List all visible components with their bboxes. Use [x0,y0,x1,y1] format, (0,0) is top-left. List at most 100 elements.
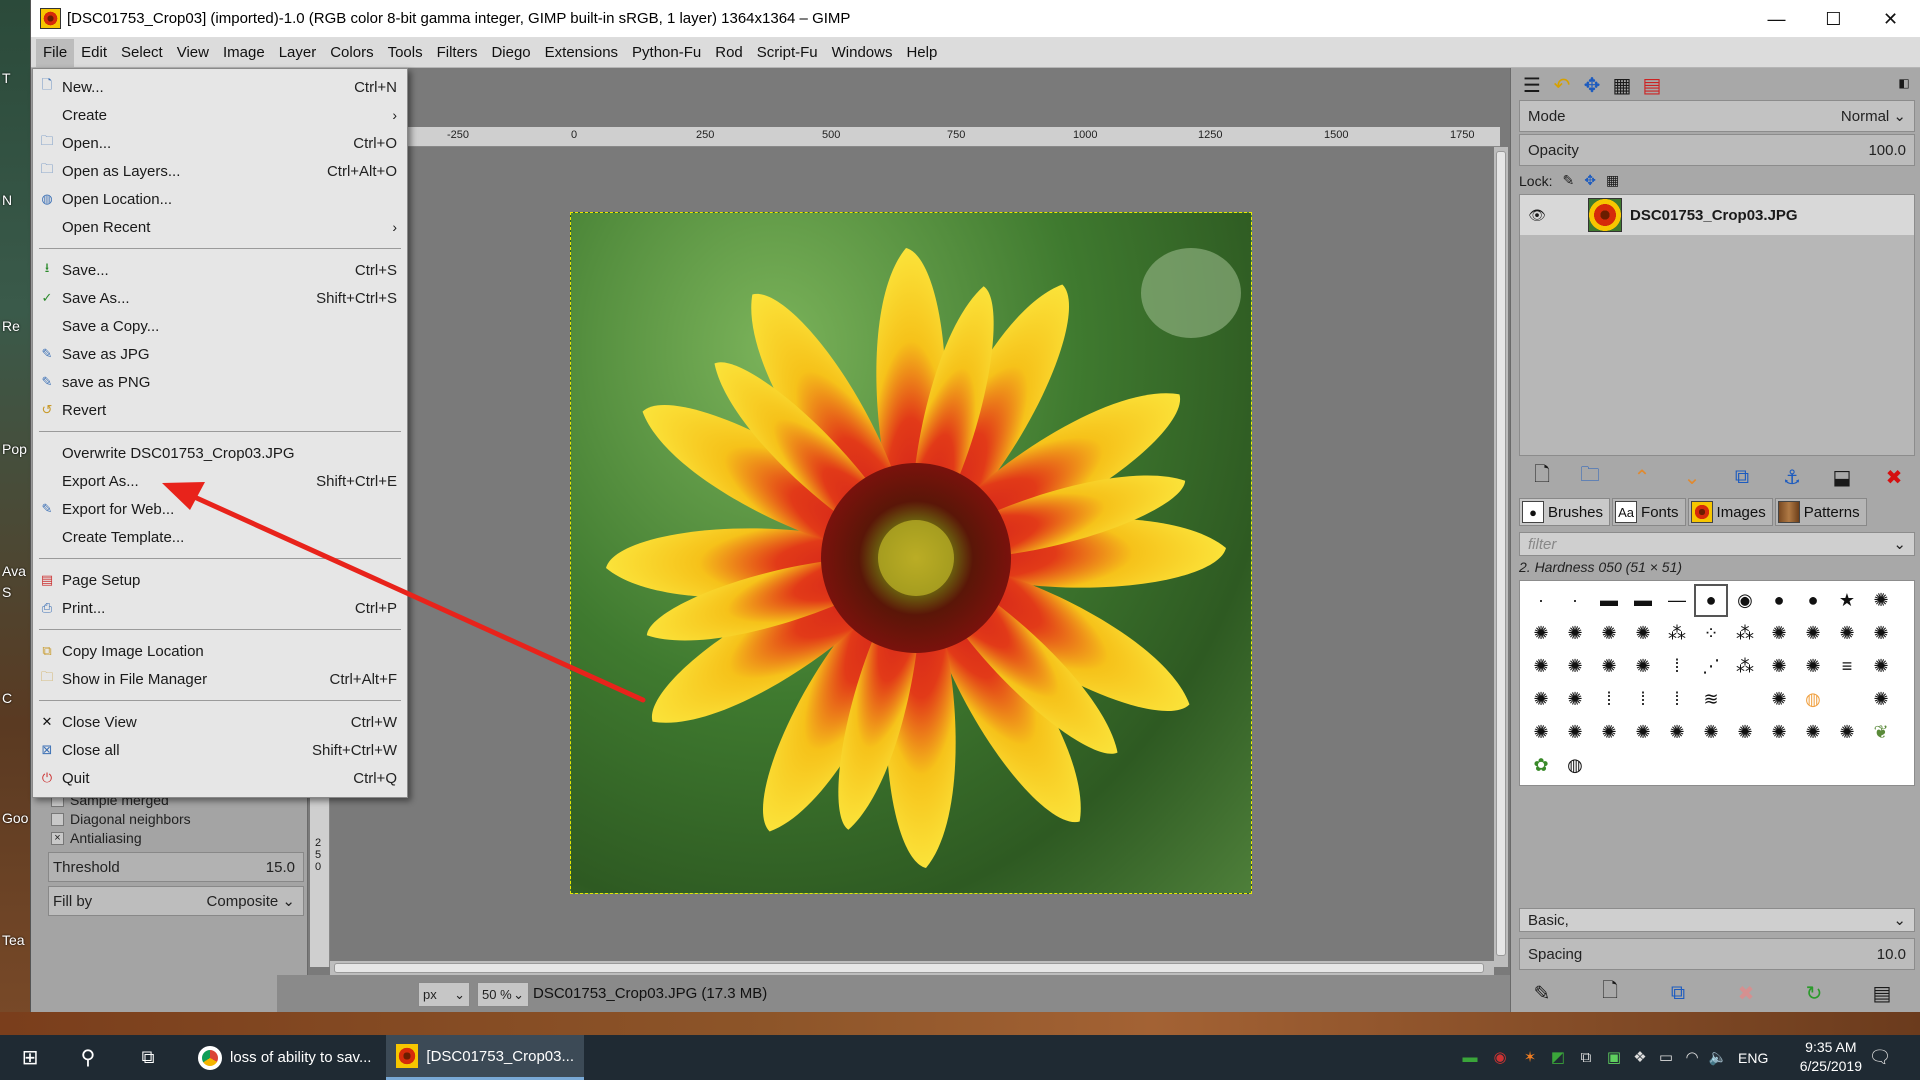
file-menu-item-new[interactable]: 🗋 New... Ctrl+N [33,73,407,101]
threshold-slider[interactable]: Threshold 15.0 [48,852,304,882]
brush-preview[interactable]: ◍ [1558,749,1592,782]
file-menu-item-save-as-png[interactable]: ✎ save as PNG [33,368,407,396]
brush-preview[interactable]: — [1660,584,1694,617]
taskbar-clock[interactable]: 9:35 AM 6/25/2019 [1800,1038,1862,1076]
brush-preview[interactable]: ✺ [1796,650,1830,683]
tray-app-icon[interactable]: ⧉ [1576,1047,1596,1067]
tray-app-icon[interactable]: ✶ [1520,1047,1540,1067]
file-menu-item-open[interactable]: 🗀 Open... Ctrl+O [33,129,407,157]
file-menu-item-create-template[interactable]: Create Template... [33,523,407,551]
lock-alpha-icon[interactable]: ▦ [1606,172,1619,189]
tray-app-icon[interactable]: ◩ [1548,1047,1568,1067]
menu-help[interactable]: Help [899,39,944,67]
brush-preview[interactable]: ✺ [1626,650,1660,683]
delete-brush-button[interactable]: ✖ [1733,980,1759,1006]
brush-preview[interactable]: ✺ [1762,650,1796,683]
file-menu-item-open-recent[interactable]: Open Recent › [33,213,407,241]
tab-images[interactable]: Images [1687,498,1773,526]
brush-preview[interactable]: ✺ [1830,716,1864,749]
brush-preview[interactable]: ✺ [1626,617,1660,650]
brush-preview[interactable]: ✺ [1728,716,1762,749]
brush-preview[interactable]: · [1558,584,1592,617]
raise-layer-button[interactable]: ⌃ [1629,464,1655,490]
fill-by-select[interactable]: Fill by Composite ⌄ [48,886,304,916]
file-menu-item-revert[interactable]: ↺ Revert [33,396,407,424]
file-menu-item-show-in-file-manager[interactable]: 🗀 Show in File Manager Ctrl+Alt+F [33,665,407,693]
brush-preview[interactable]: ✺ [1660,716,1694,749]
opacity-slider[interactable]: Opacity 100.0 [1519,134,1915,166]
file-menu-item-export-as[interactable]: Export As... Shift+Ctrl+E [33,467,407,495]
brush-preview[interactable]: ★ [1830,584,1864,617]
brush-preview[interactable]: ❦ [1864,716,1898,749]
layer-mode-select[interactable]: Mode Normal ⌄ [1519,100,1915,132]
brush-preview[interactable]: ▬ [1626,584,1660,617]
brush-preview[interactable]: ✺ [1524,617,1558,650]
notifications-button[interactable]: 🗨 [1869,1047,1892,1067]
menu-image[interactable]: Image [216,39,272,67]
brush-preview[interactable] [1830,683,1864,716]
menu-tools[interactable]: Tools [381,39,430,67]
file-menu-item-copy-image-location[interactable]: ⧉ Copy Image Location [33,637,407,665]
start-button[interactable]: ⊞ [8,1035,52,1080]
menu-python-fu[interactable]: Python-Fu [625,39,708,67]
brush-preview[interactable]: ✺ [1796,617,1830,650]
brush-preview[interactable]: ✺ [1830,617,1864,650]
brush-preview[interactable]: ≋ [1694,683,1728,716]
dropbox-icon[interactable]: ❖ [1630,1047,1650,1067]
palettes-tab[interactable]: ▤ [1639,72,1665,98]
new-layer-group-button[interactable]: 🗀 [1577,464,1603,490]
horizontal-scrollbar[interactable] [330,961,1494,975]
brush-preview[interactable]: ≡ [1830,650,1864,683]
brush-preview[interactable]: ✺ [1762,683,1796,716]
battery-icon[interactable]: ▭ [1656,1047,1676,1067]
lower-layer-button[interactable]: ⌄ [1679,464,1705,490]
file-menu-item-save[interactable]: ⭳ Save... Ctrl+S [33,256,407,284]
brush-preview[interactable]: ⁞ [1660,683,1694,716]
new-brush-button[interactable]: 🗋 [1597,980,1623,1006]
refresh-brushes-button[interactable]: ↻ [1801,980,1827,1006]
vertical-scroll-thumb[interactable] [1496,151,1506,956]
title-bar[interactable]: [DSC01753_Crop03] (imported)-1.0 (RGB co… [31,0,1920,38]
taskbar-app-chrome[interactable]: loss of ability to sav... [188,1035,383,1080]
brush-preview[interactable]: ✺ [1626,716,1660,749]
menu-layer[interactable]: Layer [272,39,324,67]
brush-preview[interactable]: ✺ [1558,617,1592,650]
move-tab[interactable]: ✥ [1579,72,1605,98]
brush-preview[interactable]: ✺ [1864,683,1898,716]
brush-preview[interactable]: ⁞ [1626,683,1660,716]
menu-colors[interactable]: Colors [323,39,380,67]
menu-windows[interactable]: Windows [825,39,900,67]
brush-preview[interactable]: ✺ [1694,716,1728,749]
layers-tab[interactable]: ☰ [1519,72,1545,98]
brush-preview[interactable]: ⁂ [1728,617,1762,650]
file-menu-item-open-location[interactable]: ◍ Open Location... [33,185,407,213]
brush-preview[interactable] [1728,683,1762,716]
tray-monitor-icon[interactable]: ▣ [1604,1047,1624,1067]
task-view-button[interactable]: ⧉ [126,1035,170,1080]
unit-select[interactable]: px ⌄ [418,982,470,1007]
brush-preview[interactable]: · [1524,584,1558,617]
brush-preview[interactable]: ⋰ [1694,650,1728,683]
brush-preview[interactable]: ⁞ [1660,650,1694,683]
brush-preview[interactable]: ✺ [1524,650,1558,683]
file-menu-item-overwrite-dsc01753-crop03-jpg[interactable]: Overwrite DSC01753_Crop03.JPG [33,439,407,467]
file-menu-item-quit[interactable]: ⏻ Quit Ctrl+Q [33,764,407,792]
brush-preview[interactable]: ✺ [1558,650,1592,683]
lock-position-icon[interactable]: ✥ [1584,172,1596,189]
device-status-tab[interactable]: ▦ [1609,72,1635,98]
close-window-button[interactable]: ✕ [1862,0,1919,38]
new-layer-button[interactable]: 🗋 [1529,464,1555,490]
horizontal-ruler[interactable]: -250 0 250 500 750 1000 1250 1500 1750 [310,127,1500,147]
brush-preview[interactable]: ✺ [1524,683,1558,716]
brush-preview[interactable]: ⁘ [1694,617,1728,650]
tray-antivirus-icon[interactable]: ◉ [1490,1047,1510,1067]
search-button[interactable]: ⚲ [66,1035,110,1080]
brush-preview[interactable]: ● [1796,584,1830,617]
tab-fonts[interactable]: Aa Fonts [1612,498,1686,526]
file-menu-item-create[interactable]: Create › [33,101,407,129]
brush-preview[interactable]: ✺ [1592,650,1626,683]
brush-preview[interactable]: ✺ [1864,617,1898,650]
wifi-icon[interactable]: ◠ [1682,1047,1702,1067]
brush-preview[interactable]: ● [1762,584,1796,617]
file-menu-item-save-a-copy[interactable]: Save a Copy... [33,312,407,340]
